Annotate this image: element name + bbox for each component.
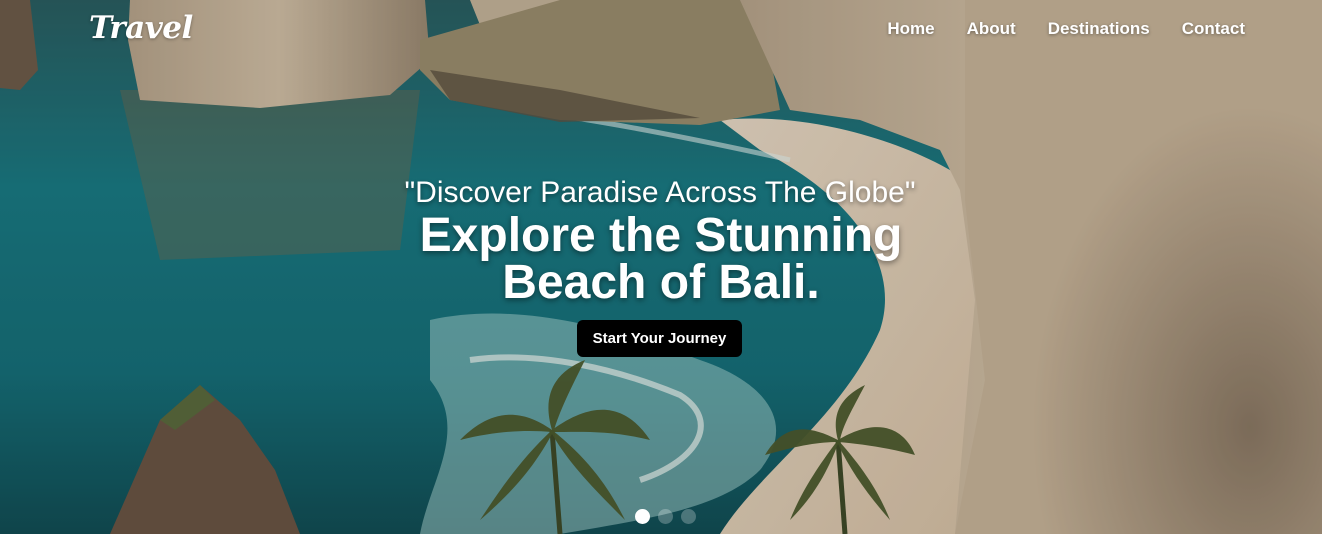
start-journey-button[interactable]: Start Your Journey bbox=[577, 320, 742, 357]
brand-logo[interactable]: Travel bbox=[89, 10, 193, 46]
main-nav: Home About Destinations Contact bbox=[887, 19, 1245, 39]
hero-text: "Discover Paradise Across The Globe" Exp… bbox=[0, 176, 1322, 309]
carousel-dot-2[interactable] bbox=[658, 509, 673, 524]
hero-banner: Travel Home About Destinations Contact "… bbox=[0, 0, 1322, 534]
nav-destinations[interactable]: Destinations bbox=[1048, 19, 1150, 39]
carousel-dot-3[interactable] bbox=[681, 509, 696, 524]
hero-tagline: "Discover Paradise Across The Globe" bbox=[404, 176, 916, 209]
nav-contact[interactable]: Contact bbox=[1182, 19, 1245, 39]
nav-about[interactable]: About bbox=[967, 19, 1016, 39]
carousel-indicators bbox=[635, 509, 696, 524]
carousel-dot-1[interactable] bbox=[635, 509, 650, 524]
hero-headline: Explore the Stunning Beach of Bali. bbox=[419, 209, 903, 309]
nav-home[interactable]: Home bbox=[887, 19, 934, 39]
